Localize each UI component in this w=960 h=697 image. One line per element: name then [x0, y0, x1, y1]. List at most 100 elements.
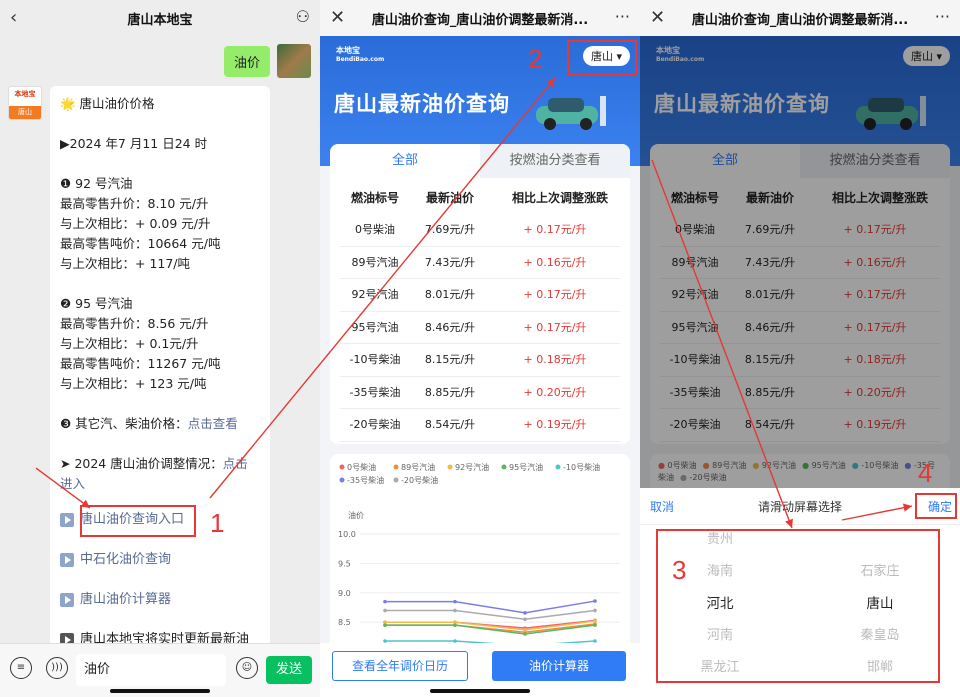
menu-calculator[interactable]: 唐山油价计算器 [60, 580, 260, 620]
line-chart: 0号柴油 89号汽油 92号汽油 95号汽油 -10号柴油 -35号柴油 -20号柴油油价 1… [338, 462, 620, 648]
webview-header: ✕ 唐山油价查询_唐山油价调整最新消... ··· [640, 0, 960, 36]
tab-all[interactable]: 全部 [330, 144, 480, 178]
highlight-box-4 [915, 493, 957, 519]
my-message: 油价 [223, 46, 270, 77]
y-tick-label: 10.0 [338, 530, 356, 539]
back-icon[interactable]: ‹ [10, 7, 17, 28]
more-icon[interactable]: ··· [615, 7, 630, 26]
calculator-button[interactable]: 油价计算器 [492, 651, 626, 681]
price-chart: 0号柴油 89号汽油 92号汽油 95号汽油 -10号柴油 -35号柴油 -20号柴油 油价 1… [330, 454, 630, 654]
data-point[interactable] [453, 608, 457, 613]
message-line: 最高零售吨价：10664 元/吨 [60, 236, 221, 251]
data-point[interactable] [383, 623, 387, 627]
my-avatar[interactable] [277, 44, 311, 78]
legend-label[interactable]: 95号汽油 [509, 462, 543, 472]
fuel-name: -20号柴油 [349, 418, 401, 431]
table-row: 0号柴油 7.69元/升 + 0.17元/升 [340, 214, 620, 247]
fuel-price: 7.69元/升 [424, 223, 476, 236]
message-input[interactable]: 油价 [76, 654, 226, 686]
fuel-name: 89号汽油 [351, 255, 399, 269]
message-line: 最高零售吨价：11267 元/吨 [60, 356, 221, 371]
brand-domain: BendiBao.com [336, 56, 385, 63]
bot-avatar[interactable]: 本地宝 唐山 [8, 86, 42, 120]
legend-label[interactable]: 0号柴油 [347, 462, 376, 472]
home-indicator [430, 689, 530, 693]
chat-panel: ‹ 唐山本地宝 ⚇ 油价 本地宝 唐山 🌟 唐山油价价格 ▶2024 年7 月11… [0, 0, 320, 697]
message-line: 🌟 唐山油价价格 [60, 96, 155, 111]
more-icon[interactable]: ··· [935, 7, 950, 26]
price-change: + 0.19元/升 [523, 418, 587, 431]
fuel-name: -35号柴油 [349, 385, 401, 399]
step-number-3: 3 [672, 555, 687, 585]
header-change: 相比上次调整涨跌 [511, 191, 608, 205]
table-row: -10号柴油 8.15元/升 + 0.18元/升 [340, 344, 620, 377]
fuel-name: 92号汽油 [351, 288, 399, 301]
adjust-label: ➤ 2024 唐山油价调整情况： [60, 456, 223, 471]
message-line: 与上次相比：+ 117/吨 [60, 256, 191, 271]
adjust-link-2[interactable]: 进入 [60, 476, 85, 491]
menu-sinopec[interactable]: 中石化油价查询 [60, 540, 260, 580]
legend-dot-icon [555, 464, 561, 470]
legend-label[interactable]: 89号汽油 [401, 462, 435, 472]
price-change: + 0.17元/升 [523, 320, 587, 334]
price-change: + 0.18元/升 [523, 353, 587, 366]
bot-message-card: 🌟 唐山油价价格 ▶2024 年7 月11 日24 时 ❶ 92 号汽油 最高零售升价… [50, 86, 270, 646]
send-button[interactable]: 发送 [266, 656, 312, 684]
data-point[interactable] [523, 611, 527, 615]
header-price: 最新油价 [425, 191, 474, 205]
highlight-box-2 [567, 40, 637, 76]
table-row: -20号柴油 8.54元/升 + 0.19元/升 [340, 409, 620, 442]
chat-header: ‹ 唐山本地宝 ⚇ [0, 0, 320, 36]
tab-by-fuel[interactable]: 按燃油分类查看 [480, 144, 630, 178]
highlight-box-3 [656, 529, 940, 683]
step-number-1: 1 [210, 508, 225, 538]
legend-label[interactable]: -20号柴油 [401, 475, 438, 485]
data-point[interactable] [523, 632, 527, 636]
play-icon [60, 593, 74, 607]
other-prices-link[interactable]: 点击查看 [188, 416, 238, 431]
picker-title: 请滑动屏幕选择 [757, 500, 842, 514]
emoji-icon[interactable]: ☺ [236, 657, 258, 679]
data-point[interactable] [383, 608, 387, 613]
data-point[interactable] [383, 599, 387, 604]
menu-list-icon[interactable]: ≡ [10, 657, 32, 679]
message-line: 与上次相比：+ 123 元/吨 [60, 376, 207, 391]
table-header: 燃油标号 最新油价 相比上次调整涨跌 [330, 182, 630, 214]
brand-name: 本地宝 [336, 46, 360, 55]
data-point[interactable] [453, 623, 457, 627]
data-point[interactable] [593, 608, 597, 613]
profile-icon[interactable]: ⚇ [296, 7, 310, 26]
data-point[interactable] [523, 617, 527, 622]
price-change: + 0.16元/升 [523, 255, 587, 269]
y-tick-label: 8.5 [338, 618, 351, 627]
fuel-price: 7.43元/升 [424, 255, 476, 269]
legend-label[interactable]: -10号柴油 [563, 462, 600, 472]
close-icon[interactable]: ✕ [650, 7, 665, 28]
y-tick-label: 9.5 [338, 559, 351, 568]
data-point[interactable] [593, 599, 597, 603]
car-illustration [536, 96, 606, 130]
close-icon[interactable]: ✕ [330, 7, 345, 28]
table-row: 92号汽油 8.01元/升 + 0.17元/升 [340, 279, 620, 312]
data-point[interactable] [593, 623, 597, 627]
legend-dot-icon [447, 464, 453, 470]
page-title: 唐山油价查询_唐山油价调整最新消... [371, 12, 589, 28]
data-point[interactable] [523, 628, 527, 632]
overlay-mask[interactable] [640, 36, 960, 488]
bot-avatar-city: 唐山 [9, 106, 41, 119]
message-line [60, 114, 260, 134]
data-point[interactable] [593, 619, 597, 623]
legend-dot-icon [501, 464, 507, 470]
legend-label[interactable]: -35号柴油 [347, 475, 384, 485]
adjust-link[interactable]: 点击 [223, 456, 248, 471]
voice-icon[interactable]: ))) [46, 657, 68, 679]
legend-dot-icon [339, 464, 345, 470]
other-prices-line: ❸ 其它汽、柴油价格：点击查看 [60, 414, 260, 434]
data-point[interactable] [453, 599, 457, 604]
year-calendar-button[interactable]: 查看全年调价日历 [332, 651, 468, 681]
legend-label[interactable]: 92号汽油 [455, 462, 489, 472]
table-row: -35号柴油 8.85元/升 + 0.20元/升 [340, 377, 620, 409]
fuel-price: 8.85元/升 [424, 385, 476, 399]
message-line: 最高零售升价：8.56 元/升 [60, 316, 209, 331]
page-title: 唐山油价查询_唐山油价调整最新消... [691, 12, 909, 28]
